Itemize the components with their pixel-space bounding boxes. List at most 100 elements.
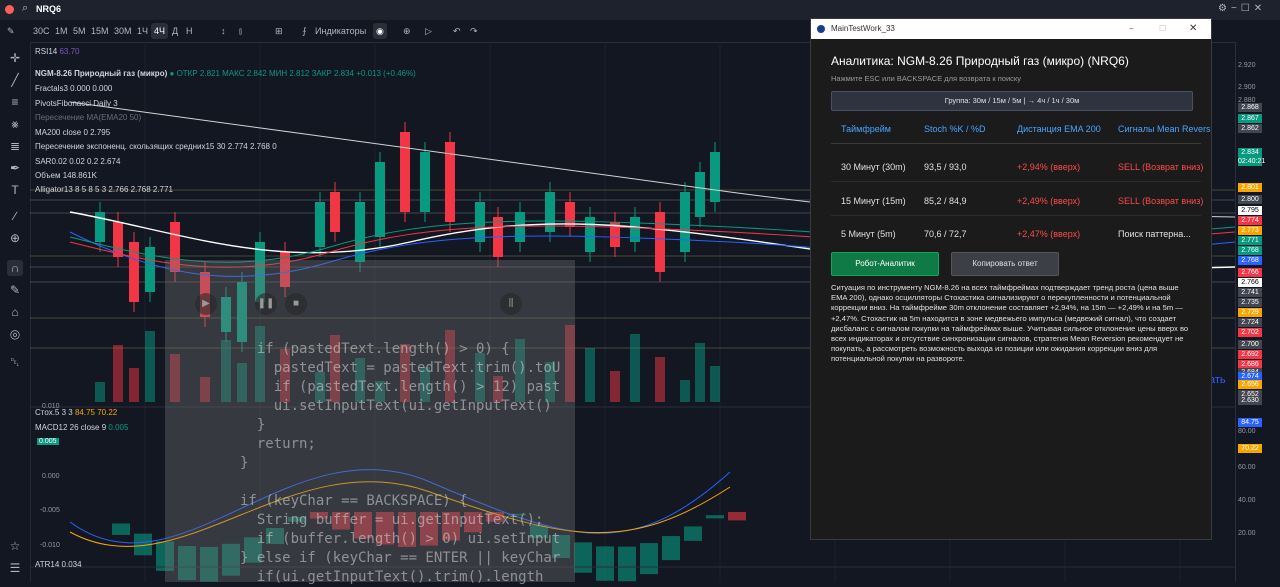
close-icon[interactable]: ✕ — [1189, 19, 1197, 39]
minimize-icon[interactable]: − — [1129, 19, 1134, 39]
playback-icon[interactable]: ▷ — [422, 23, 435, 39]
row-ema: +2,47% (вверх) — [1017, 229, 1081, 239]
price-label-box: 2.741 — [1238, 288, 1262, 297]
volume-bar — [680, 380, 690, 402]
volume-bar — [95, 382, 105, 402]
row-stoch: 93,5 / 93,0 — [924, 162, 967, 172]
macd-axis-1: 0.010 — [42, 403, 60, 410]
row-divider — [831, 215, 1201, 216]
table-divider — [831, 143, 1201, 144]
window-title: MainTestWork_33 — [831, 24, 895, 33]
candle-body — [710, 152, 720, 202]
code-editor-text: if (pastedText.length() > 0) { pastedTex… — [240, 340, 560, 587]
star-icon[interactable]: ☆ — [7, 538, 23, 554]
volume-bar — [710, 366, 720, 402]
redo-icon[interactable]: ↷ — [467, 23, 481, 39]
interval-week[interactable]: Н — [183, 23, 196, 39]
indicator-ma200[interactable]: MA200 close 0 2.795 — [35, 128, 110, 137]
code-line: if (keyChar == BACKSPACE) { — [240, 493, 468, 509]
window-controls[interactable]: ⚙−☐✕ — [1218, 3, 1266, 14]
code-line: if (pastedText.length() > 12) past — [240, 379, 561, 395]
price-label-box: 2.768 — [1238, 256, 1262, 265]
copy-answer-button[interactable]: Копировать ответ — [951, 252, 1059, 276]
indicator-ema-cross[interactable]: Пересечение экспоненц. скользящих средни… — [35, 142, 277, 151]
maximize-icon[interactable]: ☐ — [1159, 19, 1166, 39]
indicator-pivots[interactable]: PivotsFibonacci Daily 3 — [35, 99, 118, 108]
indicators-button[interactable]: Индикаторы — [312, 23, 369, 39]
interval-30m[interactable]: 30М — [111, 23, 135, 39]
interval-day[interactable]: Д — [169, 23, 181, 39]
interval-1h[interactable]: 1Ч — [134, 23, 151, 39]
volume-bar — [695, 343, 705, 402]
volume-bar — [129, 368, 139, 402]
chart-style-icon[interactable]: ⫾ — [236, 23, 245, 39]
ruler-icon[interactable]: ∕ — [7, 208, 23, 224]
eye-icon[interactable]: ◎ — [7, 326, 23, 342]
price-label-box: 2.724 — [1238, 318, 1262, 327]
price-change: +0.013 (+0.46%) — [356, 69, 416, 78]
replay-icon[interactable]: ◉ — [373, 23, 387, 39]
code-line: } — [240, 455, 249, 471]
code-line: pastedText = pastedText.trim().toU — [240, 360, 561, 376]
interval-4h[interactable]: 4Ч — [151, 23, 169, 39]
macd-histogram-bar — [662, 536, 680, 561]
col-timeframe: Таймфрейм — [841, 124, 891, 134]
macd-value-badge: 0.005 — [37, 438, 59, 445]
trendline-icon[interactable]: ╱ — [7, 72, 23, 88]
group-toggle-button[interactable]: Группа: 30м / 15м / 5м | → 4ч / 1ч / 30м — [831, 91, 1193, 111]
crosshair-icon[interactable]: ✛ — [7, 50, 23, 66]
window-titlebar[interactable]: MainTestWork_33 − ☐ ✕ — [811, 19, 1211, 39]
price-label-box: 2.768 — [1238, 246, 1262, 255]
macd-axis-3: 0.000 — [42, 473, 60, 480]
indicators-icon[interactable]: ⨍ — [299, 23, 310, 39]
text-icon[interactable]: T — [7, 182, 23, 198]
brush-icon[interactable]: ✒ — [7, 160, 23, 176]
stoch-axis-tick: 40.00 — [1238, 497, 1256, 504]
symbol-search-input[interactable]: NRQ6 — [36, 4, 61, 14]
candle-body — [515, 212, 525, 242]
price-label-box: 2.700 — [1238, 340, 1262, 349]
interval-5m[interactable]: 5М — [70, 23, 89, 39]
price-label-box: 2.766 — [1238, 268, 1262, 277]
macd-axis-5: -0.010 — [40, 542, 60, 549]
magnet-icon[interactable]: ∩ — [7, 260, 23, 276]
trash-icon[interactable]: ␡ — [7, 354, 23, 370]
close-dot-icon[interactable] — [5, 5, 14, 14]
lock-icon[interactable]: ⌂ — [7, 304, 23, 320]
fib-icon[interactable]: ≡ — [7, 94, 23, 110]
volume-bar — [145, 331, 155, 402]
interval-15m[interactable]: 15М — [88, 23, 112, 39]
price-axis-tick: 2.920 — [1238, 62, 1256, 69]
candle-body — [315, 202, 325, 247]
volume-bar — [610, 371, 620, 402]
robot-analyst-button[interactable]: Робот-Аналитик — [831, 252, 939, 276]
layers-icon[interactable]: ☰ — [7, 560, 23, 576]
lock-drawing-icon[interactable]: ✎ — [7, 282, 23, 298]
macd-histogram-bar — [684, 526, 702, 541]
candle-body — [330, 192, 340, 232]
undo-icon[interactable]: ↶ — [450, 23, 464, 39]
interval-1m[interactable]: 1М — [52, 23, 71, 39]
chart-type-icon[interactable]: ↕ — [218, 23, 229, 39]
volume-bar — [655, 357, 665, 402]
pencil-icon[interactable]: ✎ — [4, 23, 18, 39]
col-stoch: Stoch %K / %D — [924, 124, 986, 134]
add-alert-icon[interactable]: ⊕ — [400, 23, 414, 39]
app-icon — [817, 25, 825, 33]
zoom-icon[interactable]: ⊕ — [7, 230, 23, 246]
indicator-sar[interactable]: SAR0.02 0.02 0.2 2.674 — [35, 157, 120, 166]
indicator-alligator[interactable]: Alligator13 8 5 8 5 3 2.766 2.768 2.771 — [35, 185, 173, 194]
analytics-hint: Нажмите ESC или BACKSPACE для возврата к… — [831, 74, 1022, 83]
pattern-icon[interactable]: ⨳ — [7, 116, 23, 132]
indicator-fractals[interactable]: Fractals3 0.000 0.000 — [35, 84, 112, 93]
forecast-icon[interactable]: ≣ — [7, 138, 23, 154]
price-label-box: 2.774 — [1238, 216, 1262, 225]
interval-30s[interactable]: 30С — [30, 23, 53, 39]
indicator-volume[interactable]: Объем 148.861K — [35, 171, 97, 180]
search-icon[interactable]: ⌕ — [22, 2, 28, 15]
price-label-box: 2.735 — [1238, 298, 1262, 307]
compare-icon[interactable]: ⊞ — [272, 23, 286, 39]
code-line: } else if (keyChar == ENTER || keyChar — [240, 550, 561, 566]
indicator-ma-cross[interactable]: Пересечение MA(EMA20 50) — [35, 113, 141, 122]
